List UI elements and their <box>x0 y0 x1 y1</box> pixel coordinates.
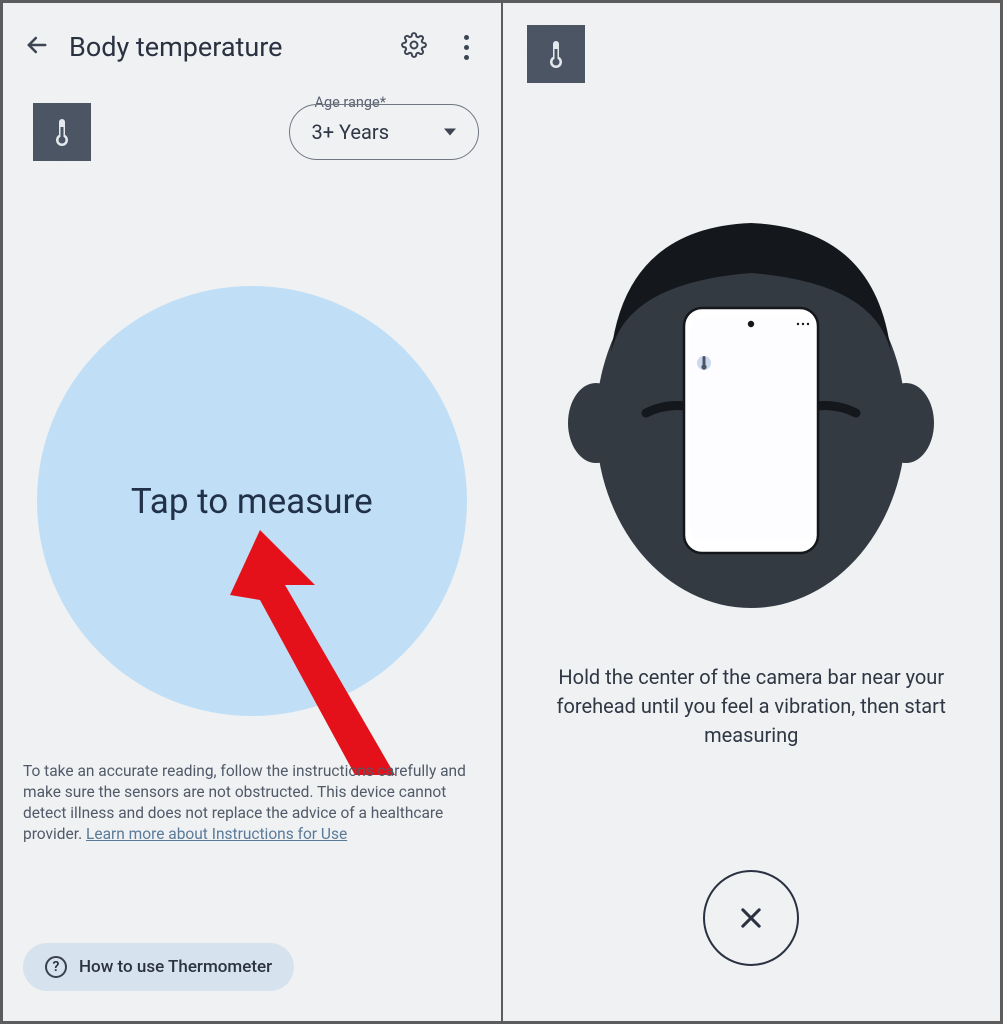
how-to-use-label: How to use Thermometer <box>79 957 272 977</box>
screen-body-temperature: Body temperature Age range* 3+ Years Tap… <box>3 3 501 1021</box>
thermometer-badge-icon <box>33 103 91 161</box>
disclaimer-text: To take an accurate reading, follow the … <box>23 761 481 845</box>
instruction-text: Hold the center of the camera bar near y… <box>543 663 961 750</box>
top-app-bar: Body temperature <box>3 3 501 63</box>
settings-button[interactable] <box>401 32 427 62</box>
overflow-menu-button[interactable] <box>453 35 481 60</box>
chevron-down-icon <box>444 129 456 136</box>
help-icon: ? <box>45 956 67 978</box>
page-title: Body temperature <box>69 31 383 63</box>
age-range-field[interactable]: Age range* 3+ Years <box>289 104 479 160</box>
screen-measure-instruction: Hold the center of the camera bar near y… <box>503 3 1001 1021</box>
instructions-for-use-link[interactable]: Learn more about Instructions for Use <box>86 825 347 843</box>
age-range-value: 3+ Years <box>312 120 390 144</box>
close-icon <box>737 904 765 932</box>
controls-row: Age range* 3+ Years <box>3 63 501 161</box>
cancel-button[interactable] <box>703 870 799 966</box>
back-button[interactable] <box>23 31 51 63</box>
age-range-dropdown[interactable]: 3+ Years <box>289 104 479 160</box>
thermometer-badge-icon <box>527 25 585 83</box>
tap-to-measure-label: Tap to measure <box>131 481 373 522</box>
tap-to-measure-button[interactable]: Tap to measure <box>37 286 467 716</box>
forehead-illustration <box>566 213 936 613</box>
how-to-use-button[interactable]: ? How to use Thermometer <box>23 943 294 991</box>
